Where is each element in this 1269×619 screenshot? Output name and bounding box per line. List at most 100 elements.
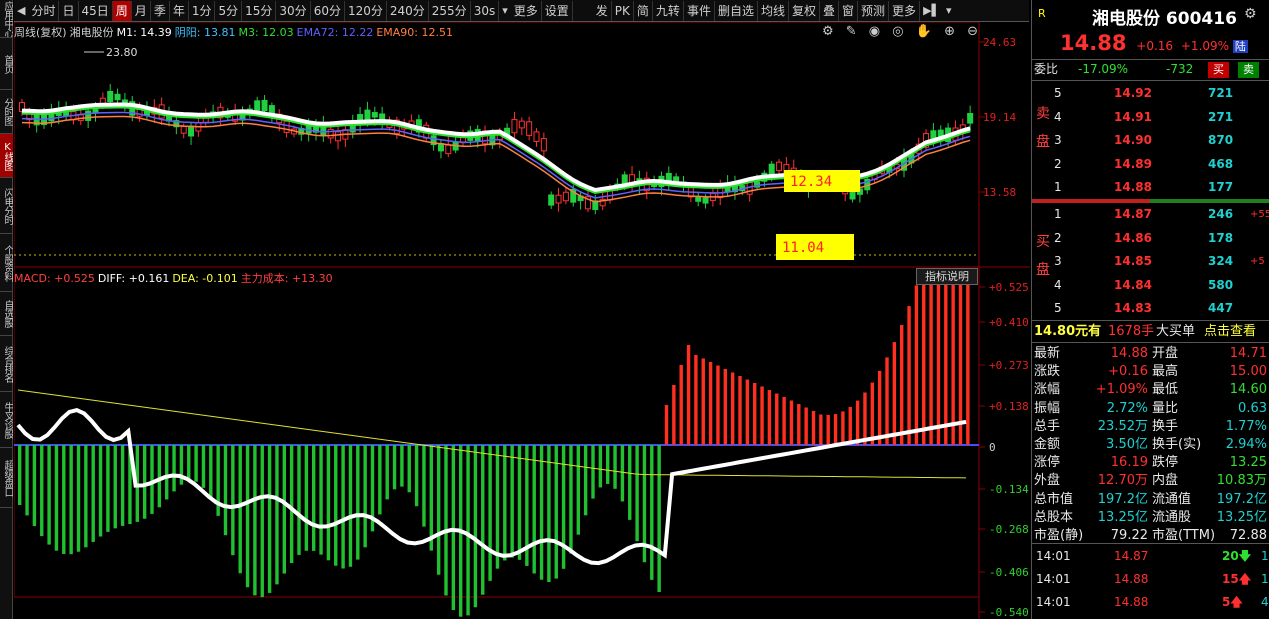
- stats-row-9: 总股本 13.25亿 流通股 13.25亿: [1032, 508, 1269, 527]
- main-y-label: 19.14: [983, 111, 1016, 124]
- kline-chart[interactable]: 24.63 19.14 13.58 23.80 12.34 11.04 +0.525 +0.4…: [14, 22, 1030, 619]
- period-tab-5[interactable]: 季: [151, 0, 170, 21]
- sidebar-item-5[interactable]: 个股资料: [0, 234, 13, 292]
- stat-label: 涨停: [1034, 455, 1061, 471]
- candle-body: [518, 120, 525, 129]
- macd-histogram-bar: [172, 445, 176, 492]
- tool-button-9[interactable]: 窗: [839, 0, 859, 21]
- big-order-link[interactable]: 点击查看: [1204, 322, 1256, 341]
- tick-volume: 5🡅: [1222, 595, 1243, 609]
- candle-body: [702, 197, 709, 204]
- tool-button-8[interactable]: 叠: [820, 0, 840, 21]
- period-tab-8[interactable]: 5分: [215, 0, 243, 21]
- candle-body: [107, 90, 114, 102]
- asks-row-4[interactable]: 1 14.88 177: [1032, 178, 1269, 197]
- stat-value: 14.88: [1110, 346, 1148, 361]
- r-badge: R: [1038, 7, 1046, 20]
- tool-button-11[interactable]: 更多: [889, 0, 921, 21]
- macd-histogram-bar: [826, 415, 830, 445]
- sidebar-item-6[interactable]: 自选股: [0, 292, 13, 336]
- asks-row-1[interactable]: 4 14.91 271: [1032, 108, 1269, 127]
- big-order-row[interactable]: 14.80元有 1678手 大买单 点击查看: [1032, 322, 1269, 341]
- tool-button-0[interactable]: 发: [593, 0, 612, 21]
- sidebar-item-8[interactable]: 牛叉诊股: [0, 392, 13, 448]
- bids-row-3[interactable]: 4 14.84 580: [1032, 276, 1269, 295]
- macd-histogram-bar: [782, 397, 786, 445]
- sidebar-item-3[interactable]: K线图: [0, 134, 13, 178]
- big-order-text: 大买单: [1156, 324, 1196, 339]
- tool-button-3[interactable]: 九转: [653, 0, 684, 21]
- macd-histogram-bar: [848, 406, 852, 445]
- bids-row-0[interactable]: 1 14.87 246 +55: [1032, 205, 1269, 224]
- menu-dropdown-icon[interactable]: ▾: [943, 4, 955, 17]
- next-icon[interactable]: ▶▌: [920, 4, 943, 17]
- tool-button-4[interactable]: 事件: [684, 0, 715, 21]
- period-tab-13[interactable]: 240分: [387, 0, 429, 21]
- last-price: 14.88: [1060, 31, 1127, 55]
- bids-row-1[interactable]: 2 14.86 178: [1032, 229, 1269, 248]
- period-tab-11[interactable]: 60分: [311, 0, 345, 21]
- macd-histogram-bar: [495, 445, 500, 569]
- sidebar-item-2[interactable]: 分时图: [0, 90, 13, 134]
- period-tab-6[interactable]: 年: [170, 0, 189, 21]
- period-tab-14[interactable]: 255分: [429, 0, 471, 21]
- bids-row-4[interactable]: 5 14.83 447: [1032, 299, 1269, 318]
- period-tab-15[interactable]: 30s: [471, 0, 500, 21]
- macd-histogram-bar: [907, 306, 911, 445]
- tool-button-7[interactable]: 复权: [789, 0, 820, 21]
- tick-count: 1: [1261, 549, 1269, 563]
- tool-button-10[interactable]: 预测: [858, 0, 890, 21]
- book-price: 14.91: [1114, 109, 1152, 124]
- tool-button-6[interactable]: 均线: [758, 0, 789, 21]
- stats-row-1: 涨跌 +0.16 最高 15.00: [1032, 362, 1269, 381]
- asks-row-2[interactable]: 3 14.90 870: [1032, 131, 1269, 150]
- candle-body: [188, 125, 195, 137]
- period-tab-0[interactable]: 分时: [28, 0, 60, 21]
- period-tab-4[interactable]: 月: [132, 0, 151, 21]
- sell-button[interactable]: 卖: [1238, 62, 1259, 78]
- stat-label: 金额: [1034, 437, 1061, 452]
- candle-body: [180, 125, 187, 134]
- sidebar-item-4[interactable]: 闪电分时: [0, 178, 13, 234]
- stat-value: 14.60: [1229, 382, 1267, 398]
- candle-body: [261, 99, 268, 112]
- period-tab-10[interactable]: 30分: [276, 0, 311, 21]
- tool-button-2[interactable]: 简: [634, 0, 653, 21]
- dropdown-icon[interactable]: ▾: [499, 4, 511, 17]
- sidebar-item-9[interactable]: 超级盘口: [0, 448, 13, 508]
- tool-button-5[interactable]: 删自选: [715, 0, 758, 21]
- buy-side-label: 买盘: [1036, 234, 1050, 278]
- asks-row-3[interactable]: 2 14.89 468: [1032, 155, 1269, 174]
- nav-left-icon[interactable]: ◀: [14, 4, 28, 17]
- sidebar-item-0[interactable]: 应用中心: [0, 0, 13, 38]
- period-tabs: 分时日 45日周月季年 1分 5分 15分 30分 60分 120分 240分 255分 30s: [28, 0, 500, 21]
- tool-button-1[interactable]: PK: [612, 0, 634, 21]
- period-tab-9[interactable]: 15分: [242, 0, 277, 21]
- candle-body: [768, 163, 775, 176]
- stat-label: 最新: [1034, 346, 1061, 361]
- book-price: 14.83: [1114, 301, 1152, 315]
- period-tab-12[interactable]: 120分: [345, 0, 387, 21]
- candle-body: [371, 112, 378, 118]
- settings-button[interactable]: 设置: [542, 0, 573, 21]
- candle-body: [114, 93, 121, 101]
- macd-histogram-bar: [157, 445, 162, 508]
- period-tab-7[interactable]: 1分: [189, 0, 216, 21]
- period-tab-2[interactable]: 45日: [79, 0, 113, 21]
- more-button[interactable]: 更多: [511, 0, 542, 21]
- bids-row-2[interactable]: 3 14.85 324 +5: [1032, 252, 1269, 271]
- macd-histogram-bar: [966, 285, 970, 445]
- buy-button[interactable]: 买: [1208, 62, 1229, 78]
- macd-histogram-bar: [841, 411, 845, 445]
- macd-histogram-bar: [583, 445, 588, 516]
- book-level: 2: [1054, 230, 1062, 245]
- period-tab-1[interactable]: 日: [59, 0, 79, 21]
- candle-body: [364, 109, 371, 120]
- settings-gear-icon[interactable]: ⚙: [1244, 6, 1257, 22]
- period-tab-3[interactable]: 周: [112, 0, 132, 21]
- tick-volume: 20🡇: [1222, 549, 1252, 563]
- asks-row-0[interactable]: 5 14.92 721: [1032, 84, 1269, 103]
- book-level: 5: [1054, 301, 1062, 315]
- sidebar-item-7[interactable]: 综合排名: [0, 336, 13, 392]
- sidebar-item-1[interactable]: 首页: [0, 38, 13, 90]
